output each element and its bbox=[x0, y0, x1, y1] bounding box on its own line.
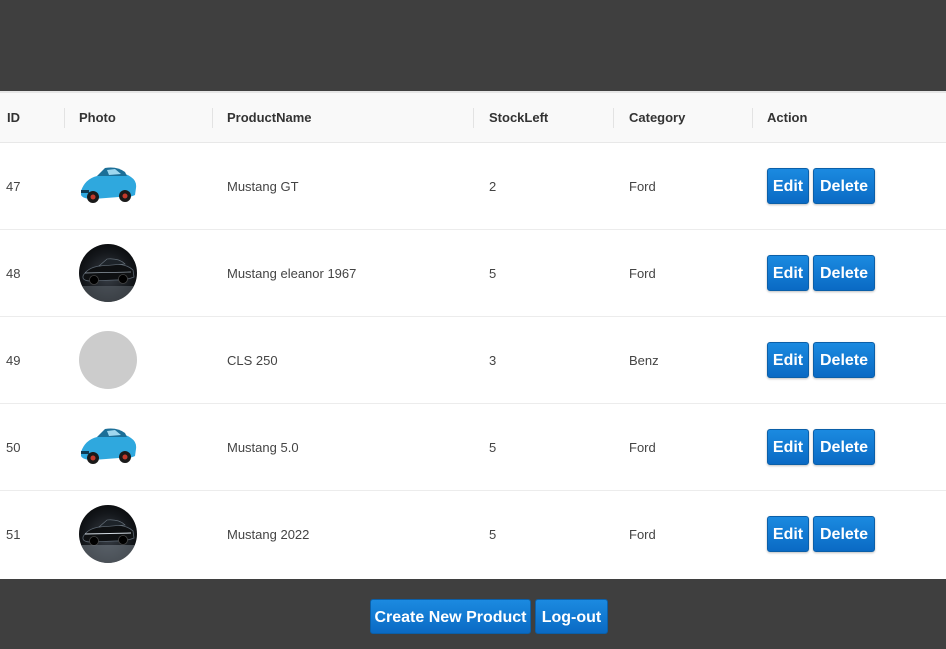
table-row: 51 Mustang 2022 5 Ford Edit Delete bbox=[0, 491, 946, 578]
logout-button[interactable]: Log-out bbox=[535, 599, 608, 634]
delete-button[interactable]: Delete bbox=[813, 516, 875, 552]
edit-button[interactable]: Edit bbox=[767, 516, 809, 552]
table-row: 48 Mustang eleanor 1967 5 Ford Edit Dele… bbox=[0, 230, 946, 317]
header-photo: Photo bbox=[79, 110, 116, 125]
cell-product-name: CLS 250 bbox=[227, 353, 278, 368]
edit-button[interactable]: Edit bbox=[767, 429, 809, 465]
header-divider bbox=[473, 108, 474, 128]
delete-button[interactable]: Delete bbox=[813, 168, 875, 204]
product-photo bbox=[79, 157, 137, 215]
cell-product-name: Mustang GT bbox=[227, 179, 299, 194]
edit-button[interactable]: Edit bbox=[767, 168, 809, 204]
cell-id: 49 bbox=[6, 353, 21, 368]
table-row: 50 Mustang 5.0 5 Ford Edit Delete bbox=[0, 404, 946, 491]
blue-car-image bbox=[81, 167, 137, 203]
dark-car-image bbox=[79, 258, 137, 302]
header-divider bbox=[752, 108, 753, 128]
products-table: ID Photo ProductName StockLeft Category … bbox=[0, 91, 946, 579]
cell-category: Ford bbox=[629, 179, 656, 194]
cell-stock-left: 2 bbox=[489, 179, 497, 194]
cell-category: Ford bbox=[629, 266, 656, 281]
product-photo bbox=[79, 418, 137, 476]
cell-category: Ford bbox=[629, 440, 656, 455]
header-product-name: ProductName bbox=[227, 110, 312, 125]
create-new-product-button[interactable]: Create New Product bbox=[370, 599, 531, 634]
product-photo bbox=[79, 505, 137, 563]
header-divider bbox=[613, 108, 614, 128]
edit-button[interactable]: Edit bbox=[767, 342, 809, 378]
cell-id: 50 bbox=[6, 440, 21, 455]
header-action: Action bbox=[767, 110, 808, 125]
delete-button[interactable]: Delete bbox=[813, 342, 875, 378]
cell-product-name: Mustang eleanor 1967 bbox=[227, 266, 357, 281]
cell-category: Benz bbox=[629, 353, 659, 368]
cell-stock-left: 5 bbox=[489, 266, 497, 281]
header-stock-left: StockLeft bbox=[489, 110, 549, 125]
header-divider bbox=[64, 108, 65, 128]
cell-id: 51 bbox=[6, 527, 21, 542]
table-row: 49 CLS 250 3 Benz Edit Delete bbox=[0, 317, 946, 404]
cell-product-name: Mustang 5.0 bbox=[227, 440, 299, 455]
cell-stock-left: 3 bbox=[489, 353, 497, 368]
table-row: 47 Mustang GT 2 Ford Edit Delete bbox=[0, 143, 946, 230]
cell-product-name: Mustang 2022 bbox=[227, 527, 310, 542]
delete-button[interactable]: Delete bbox=[813, 429, 875, 465]
cell-stock-left: 5 bbox=[489, 527, 497, 542]
edit-button[interactable]: Edit bbox=[767, 255, 809, 291]
header-divider bbox=[212, 108, 213, 128]
table-header: ID Photo ProductName StockLeft Category … bbox=[0, 93, 946, 143]
header-category: Category bbox=[629, 110, 686, 125]
blue-car-image bbox=[81, 428, 137, 464]
cell-id: 47 bbox=[6, 179, 21, 194]
header-id: ID bbox=[7, 110, 20, 125]
product-photo bbox=[79, 244, 137, 302]
top-bar bbox=[0, 0, 946, 91]
cell-category: Ford bbox=[629, 527, 656, 542]
delete-button[interactable]: Delete bbox=[813, 255, 875, 291]
dark-car-image bbox=[79, 519, 137, 563]
footer: Create New Product Log-out bbox=[0, 579, 946, 649]
cell-stock-left: 5 bbox=[489, 440, 497, 455]
cell-id: 48 bbox=[6, 266, 21, 281]
placeholder-image bbox=[79, 331, 137, 389]
